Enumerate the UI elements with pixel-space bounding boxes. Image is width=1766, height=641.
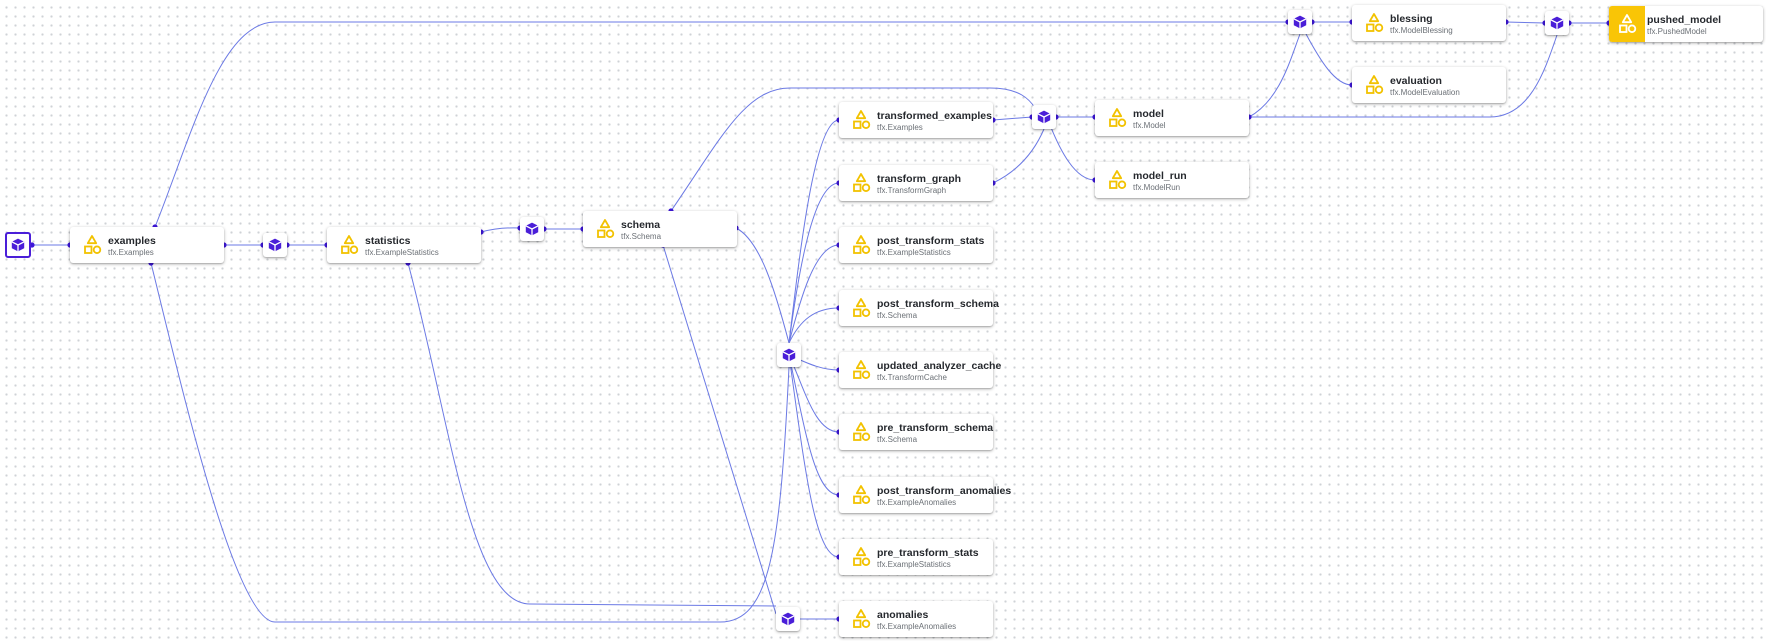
artifact-node-statistics[interactable]: statistics tfx.ExampleStatistics [327,227,481,263]
artifact-name: anomalies [877,609,929,621]
artifact-shapes-icon [853,485,871,504]
artifact-name: transform_graph [877,173,962,185]
artifact-type: tfx.ModelRun [1133,183,1181,192]
artifact-shapes-icon [853,360,871,379]
edge-statistics-to-schema-exec [480,227,521,233]
artifact-name: post_transform_stats [877,235,985,247]
edge-transform-to-post-schema [788,307,840,344]
artifact-type: tfx.Examples [108,248,154,257]
execution-node-evaluator[interactable] [1288,10,1312,34]
artifact-type: tfx.ModelBlessing [1390,26,1453,35]
edge-trainer-to-model-run [1049,124,1096,181]
artifact-type: tfx.PushedModel [1647,27,1707,36]
artifact-shapes-icon [1366,13,1384,32]
artifact-node-anomalies[interactable]: anomalies tfx.ExampleAnomalies [839,601,993,637]
artifact-name: statistics [365,235,411,247]
artifact-name: blessing [1390,13,1433,25]
artifact-name: post_transform_anomalies [877,485,1012,497]
artifact-name: post_transform_schema [877,298,999,310]
artifact-shapes-icon [341,235,359,254]
artifact-shapes-icon [1619,14,1637,33]
execution-cube-icon [1293,15,1307,29]
artifact-shapes-icon [597,219,615,238]
artifact-shapes-icon [853,422,871,441]
artifact-type: tfx.Schema [877,311,918,320]
artifact-shapes-icon [84,235,102,254]
edge-model-to-evaluator [1248,33,1301,118]
edge-schema-to-validator [662,244,777,615]
artifact-type: tfx.Schema [877,435,918,444]
execution-cube-icon [268,238,282,252]
execution-node-transform[interactable] [777,343,801,367]
artifact-node-pushed-model[interactable]: pushed_model tfx.PushedModel [1609,6,1763,42]
artifact-type: tfx.Examples [877,123,923,132]
execution-cube-icon [525,222,539,236]
artifact-shapes-icon [1109,170,1127,189]
artifact-node-post-transform-stats[interactable]: post_transform_stats tfx.ExampleStatisti… [839,227,993,263]
edge-transformed-examples-to-trainer [992,116,1033,121]
artifact-name: updated_analyzer_cache [877,360,1002,372]
artifact-type: tfx.Model [1133,121,1166,130]
artifact-name: pre_transform_schema [877,422,994,434]
execution-cube-icon [11,238,25,252]
artifact-name: pre_transform_stats [877,547,979,559]
artifact-node-schema[interactable]: schema tfx.Schema [583,211,737,247]
edge-transform-to-transform-graph [788,182,840,344]
execution-node-trainer[interactable] [1032,105,1056,129]
edge-transform-to-transformed-examples [788,119,840,344]
artifact-node-model[interactable]: model tfx.Model [1095,100,1249,136]
artifact-node-pre-transform-schema[interactable]: pre_transform_schema tfx.Schema [839,414,993,450]
artifact-node-transformed-examples[interactable]: transformed_examples tfx.Examples [839,102,993,138]
edge-transform-to-post-anomalies [788,354,840,496]
artifact-shapes-icon [853,110,871,129]
artifact-name: model_run [1133,170,1187,182]
execution-node-statistics-gen[interactable] [263,233,287,257]
edge-evaluator-to-evaluation [1305,33,1353,86]
artifact-node-updated-analyzer-cache[interactable]: updated_analyzer_cache tfx.TransformCach… [839,352,1001,388]
artifact-type: tfx.ExampleStatistics [877,560,951,569]
artifact-type: tfx.ModelEvaluation [1390,88,1460,97]
execution-cube-icon [1550,16,1564,30]
artifact-node-post-transform-anomalies[interactable]: post_transform_anomalies tfx.ExampleAnom… [839,477,1011,513]
artifact-type: tfx.TransformGraph [877,186,947,195]
artifact-type: tfx.Schema [621,232,662,241]
artifact-type: tfx.ExampleStatistics [877,248,951,257]
artifact-shapes-icon [853,609,871,628]
execution-node-example-validator[interactable] [776,607,800,631]
artifact-name: model [1133,108,1164,120]
artifact-shapes-icon [1109,108,1127,127]
artifact-name: pushed_model [1647,14,1722,26]
artifact-type: tfx.ExampleAnomalies [877,498,957,507]
execution-node-schema-gen[interactable] [520,217,544,241]
artifact-shapes-icon [853,298,871,317]
artifact-shapes-icon [853,173,871,192]
artifact-name: transformed_examples [877,110,992,122]
edge-examples-to-transform [150,262,790,623]
execution-cube-icon [782,348,796,362]
edge-transform-to-pre-stats [788,354,840,558]
execution-cube-icon [1037,110,1051,124]
artifact-name: examples [108,235,156,247]
artifact-node-pre-transform-stats[interactable]: pre_transform_stats tfx.ExampleStatistic… [839,539,993,575]
edge-schema-to-transform [735,227,790,344]
artifact-node-blessing[interactable]: blessing tfx.ModelBlessing [1352,5,1506,41]
artifact-name: schema [621,219,661,231]
artifact-type: tfx.ExampleStatistics [365,248,439,257]
edge-transform-graph-to-trainer [992,128,1045,184]
artifact-type: tfx.TransformCache [877,373,947,382]
edge-blessing-to-pusher [1505,21,1546,24]
artifact-shapes-icon [853,235,871,254]
artifact-shapes-icon [853,547,871,566]
artifact-node-transform-graph[interactable]: transform_graph tfx.TransformGraph [839,165,993,201]
artifact-node-post-transform-schema[interactable]: post_transform_schema tfx.Schema [839,290,999,326]
artifact-node-evaluation[interactable]: evaluation tfx.ModelEvaluation [1352,67,1506,103]
artifact-node-examples[interactable]: examples tfx.Examples [70,227,224,263]
execution-node-example-gen[interactable] [5,232,31,258]
artifact-type: tfx.ExampleAnomalies [877,622,957,631]
artifact-shapes-icon [1366,75,1384,94]
execution-cube-icon [781,612,795,626]
artifact-name: evaluation [1390,75,1442,87]
artifact-node-model-run[interactable]: model_run tfx.ModelRun [1095,162,1249,198]
execution-node-pusher[interactable] [1545,11,1569,35]
